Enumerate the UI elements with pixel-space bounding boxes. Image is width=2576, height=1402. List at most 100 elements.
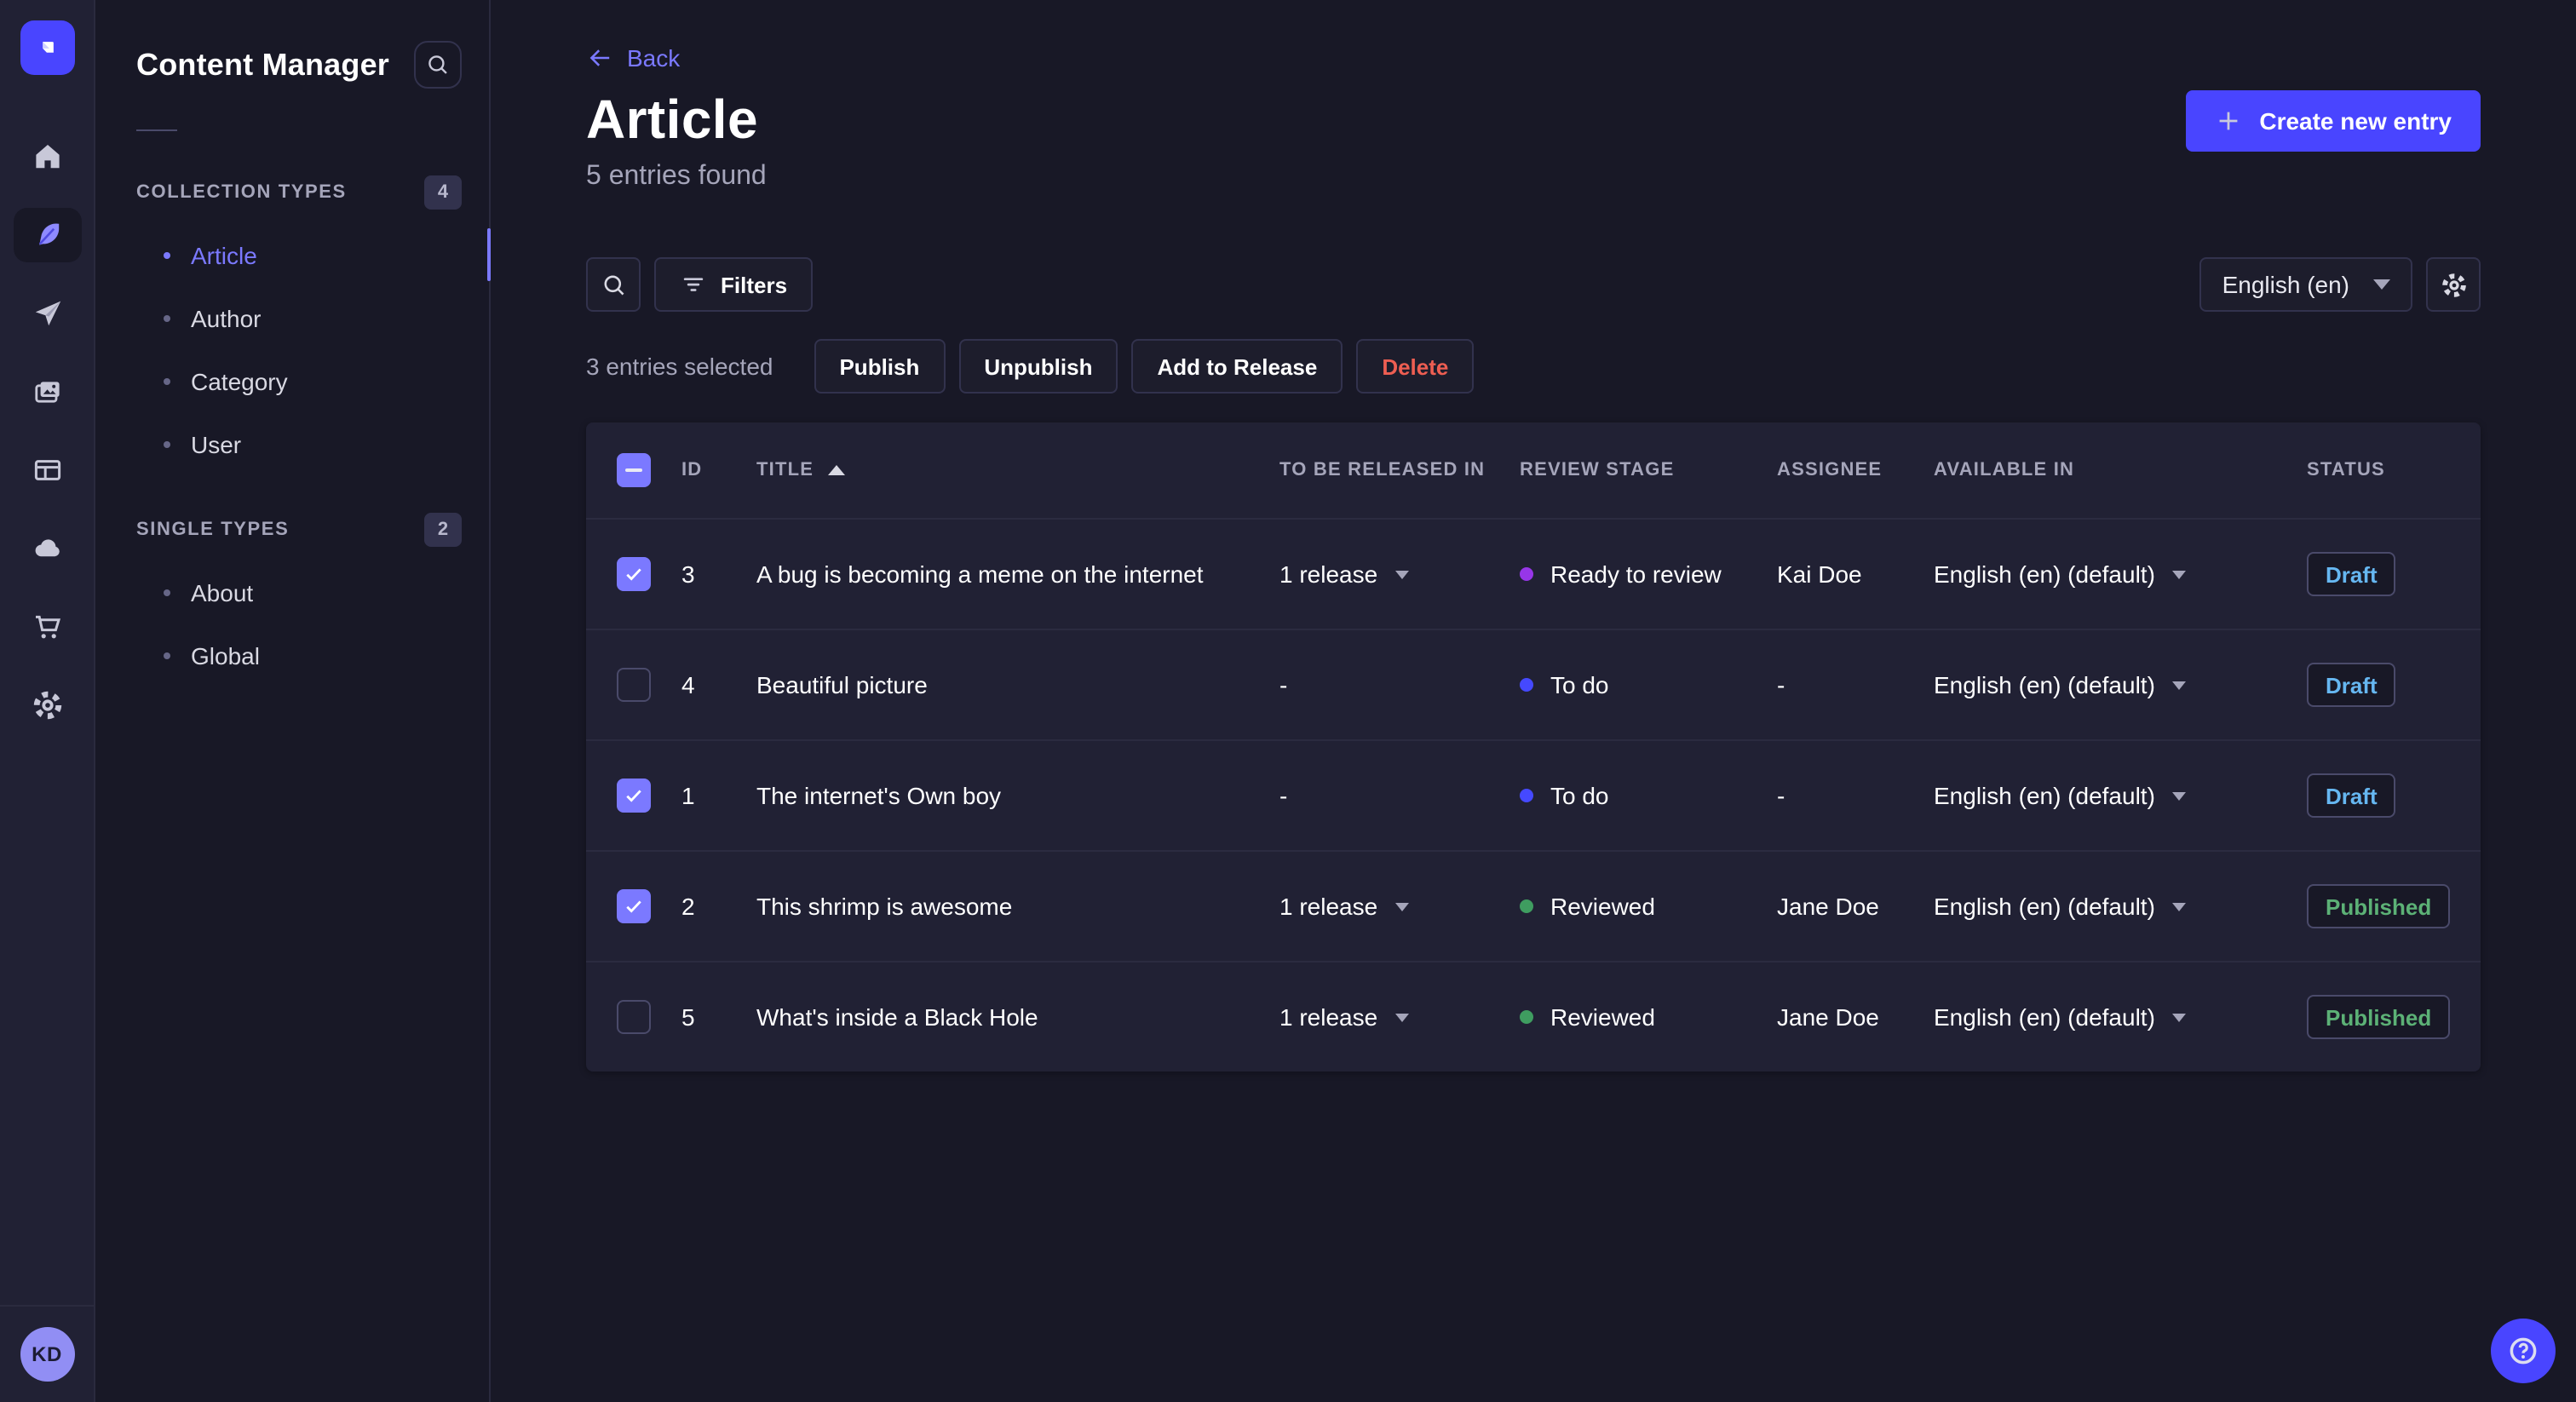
column-header-stage[interactable]: REVIEW STAGE (1520, 460, 1777, 480)
create-new-entry-label: Create new entry (2259, 106, 2452, 134)
add-to-release-button[interactable]: Add to Release (1131, 339, 1343, 394)
status-badge: Draft (2307, 663, 2396, 707)
check-icon (626, 790, 641, 802)
cell-title: What's inside a Black Hole (756, 1003, 1038, 1031)
single-types-count-badge: 2 (424, 513, 462, 547)
column-header-id[interactable]: ID (681, 460, 756, 480)
select-all-checkbox[interactable] (617, 453, 651, 487)
cell-available-in[interactable]: English (en) (default) (1934, 893, 2307, 920)
help-button[interactable] (2491, 1319, 2556, 1383)
table-row[interactable]: 3 A bug is becoming a meme on the intern… (586, 518, 2481, 629)
row-checkbox[interactable] (617, 889, 651, 923)
column-header-assignee[interactable]: ASSIGNEE (1777, 460, 1934, 480)
cell-release[interactable]: 1 release (1279, 560, 1520, 588)
unpublish-button[interactable]: Unpublish (958, 339, 1118, 394)
nav-content-manager[interactable] (13, 208, 81, 262)
sidebar-item-author[interactable]: Author (95, 286, 489, 349)
table-row[interactable]: 2 This shrimp is awesome 1 release Revie… (586, 850, 2481, 961)
column-header-release[interactable]: TO BE RELEASED IN (1279, 460, 1520, 480)
sidebar-search-button[interactable] (414, 41, 462, 89)
content-manager-sidebar: Content Manager COLLECTION TYPES 4 Artic… (95, 0, 491, 1402)
nav-media-library[interactable] (13, 365, 81, 419)
chevron-down-icon (2373, 279, 2390, 290)
plus-icon (2219, 111, 2238, 129)
sidebar-item-label: User (191, 430, 242, 457)
stage-dot-icon (1520, 678, 1533, 692)
user-avatar[interactable]: KD (20, 1327, 74, 1382)
cell-stage: Reviewed (1520, 893, 1777, 920)
cell-assignee: Jane Doe (1777, 893, 1879, 920)
cloud-icon (34, 539, 59, 557)
table-row[interactable]: 5 What's inside a Black Hole 1 release R… (586, 961, 2481, 1072)
sidebar-item-label: About (191, 578, 254, 606)
table-row[interactable]: 4 Beautiful picture - To do - English (e… (586, 629, 2481, 739)
table-row[interactable]: 1 The internet's Own boy - To do - Engli… (586, 739, 2481, 850)
sidebar-item-label: Category (191, 367, 288, 394)
search-button[interactable] (586, 257, 641, 312)
stage-dot-icon (1520, 1010, 1533, 1024)
cell-status: Published (2307, 884, 2481, 928)
sidebar-item-about[interactable]: About (95, 560, 489, 623)
sidebar-item-article[interactable]: Article (95, 223, 491, 286)
nav-settings[interactable] (13, 678, 81, 733)
cell-release[interactable]: - (1279, 782, 1520, 809)
sidebar-divider (136, 129, 177, 131)
cell-title: A bug is becoming a meme on the internet (756, 560, 1204, 588)
cell-title: Beautiful picture (756, 671, 928, 698)
row-checkbox[interactable] (617, 1000, 651, 1034)
publish-button[interactable]: Publish (814, 339, 946, 394)
cell-assignee: Kai Doe (1777, 560, 1862, 588)
cell-release[interactable]: 1 release (1279, 1003, 1520, 1031)
column-header-available[interactable]: AVAILABLE IN (1934, 460, 2307, 480)
column-header-title[interactable]: TITLE (756, 460, 1279, 480)
cell-stage: To do (1520, 671, 1777, 698)
create-new-entry-button[interactable]: Create new entry (2186, 89, 2481, 151)
cell-available-in[interactable]: English (en) (default) (1934, 560, 2307, 588)
cell-available-in[interactable]: English (en) (default) (1934, 1003, 2307, 1031)
section-label-single-types: SINGLE TYPES (136, 520, 290, 540)
arrow-left-icon (589, 49, 610, 66)
cell-release[interactable]: 1 release (1279, 893, 1520, 920)
row-checkbox[interactable] (617, 668, 651, 702)
nav-cloud[interactable] (13, 521, 81, 576)
nav-marketplace[interactable] (13, 600, 81, 654)
check-icon (626, 568, 641, 581)
back-label: Back (627, 44, 681, 72)
chevron-down-icon (1394, 902, 1409, 911)
cell-id: 2 (681, 893, 695, 920)
column-header-status[interactable]: STATUS (2307, 460, 2481, 480)
chevron-down-icon (2171, 1013, 2186, 1021)
filters-button[interactable]: Filters (654, 257, 814, 312)
locale-select[interactable]: English (en) (2199, 257, 2412, 312)
row-checkbox[interactable] (617, 779, 651, 813)
strapi-logo[interactable] (20, 20, 75, 75)
back-link[interactable]: Back (586, 44, 680, 72)
cell-stage: Reviewed (1520, 1003, 1777, 1031)
cell-available-in[interactable]: English (en) (default) (1934, 671, 2307, 698)
collection-types-count-badge: 4 (424, 175, 462, 210)
nav-releases[interactable] (13, 286, 81, 341)
chevron-down-icon (2171, 570, 2186, 578)
sidebar-item-category[interactable]: Category (95, 349, 489, 412)
cell-available-in[interactable]: English (en) (default) (1934, 782, 2307, 809)
cell-release[interactable]: - (1279, 671, 1520, 698)
cell-stage: To do (1520, 782, 1777, 809)
bullet-icon (164, 440, 170, 447)
content-type-builder-icon (33, 460, 60, 480)
bullet-icon (164, 652, 170, 658)
sidebar-item-label: Global (191, 641, 260, 669)
status-badge: Draft (2307, 552, 2396, 596)
marketplace-icon (35, 615, 60, 639)
view-settings-button[interactable] (2426, 257, 2481, 312)
sidebar-item-global[interactable]: Global (95, 623, 489, 687)
sidebar-item-user[interactable]: User (95, 412, 489, 475)
entries-table: ID TITLE TO BE RELEASED IN REVIEW STAGE … (586, 422, 2481, 1072)
nav-content-type-builder[interactable] (13, 443, 81, 497)
cell-id: 3 (681, 560, 695, 588)
rail-footer: KD (0, 1305, 94, 1402)
delete-button[interactable]: Delete (1356, 339, 1475, 394)
nav-home[interactable] (13, 129, 81, 184)
row-checkbox[interactable] (617, 557, 651, 591)
search-icon (428, 55, 447, 74)
settings-icon (32, 691, 61, 720)
